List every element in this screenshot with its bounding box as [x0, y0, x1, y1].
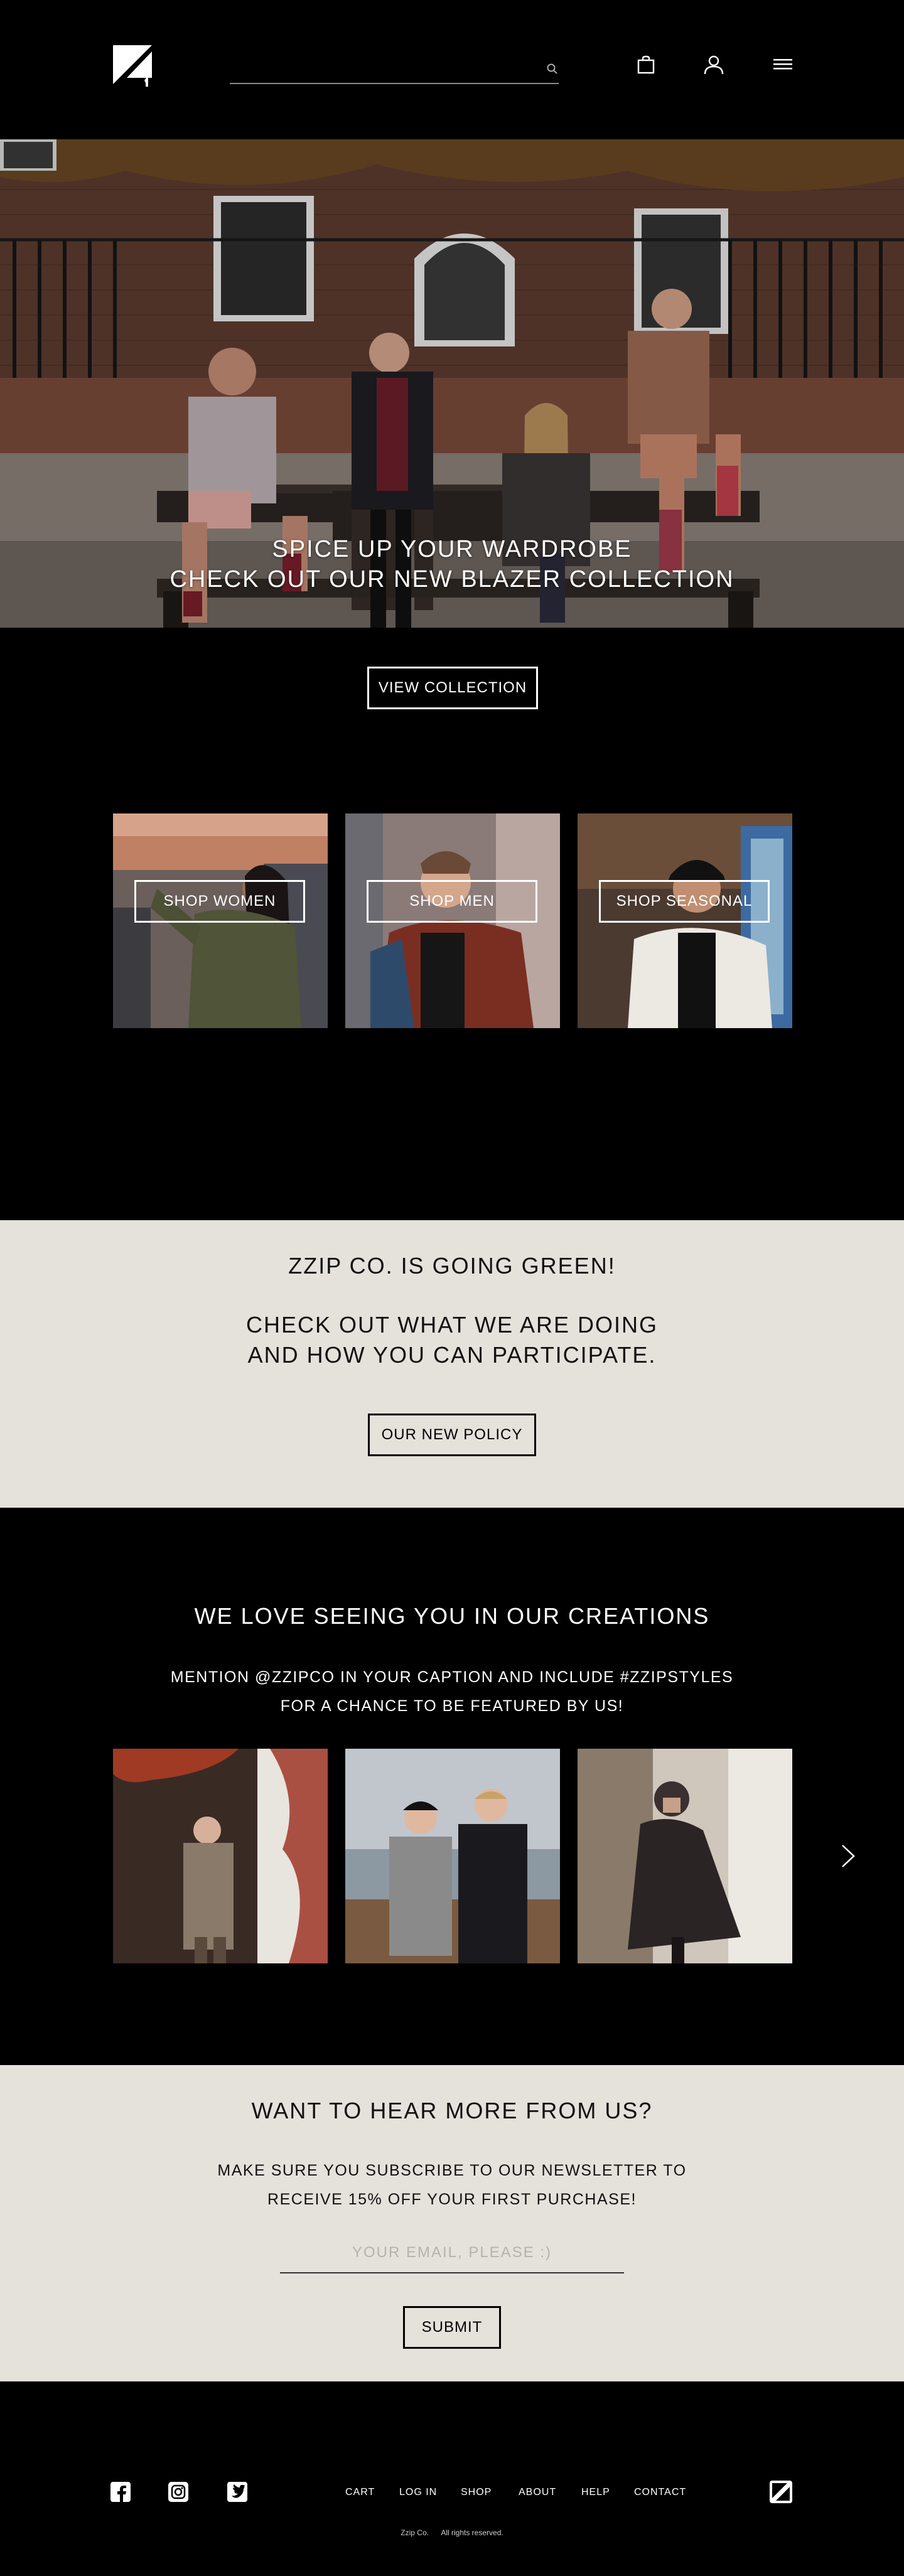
submit-button[interactable]: SUBMIT [403, 2306, 501, 2349]
shopping-bag-icon[interactable] [634, 53, 658, 77]
footer-link-help[interactable]: HELP [581, 2487, 610, 2498]
copyright-brand: Zzip Co. [401, 2528, 429, 2537]
brand-logo-icon[interactable] [113, 45, 156, 87]
footer-link-contact[interactable]: CONTACT [634, 2487, 686, 2498]
search-bar [230, 55, 559, 84]
hero-headline-1: SPICE UP YOUR WARDROBE [272, 536, 632, 562]
going-green-section: ZZIP CO. IS GOING GREEN! CHECK OUT WHAT … [0, 1220, 904, 1508]
site-header [0, 0, 904, 139]
search-input[interactable] [230, 55, 531, 83]
newsletter-title: WANT TO HEAR MORE FROM US? [251, 2098, 653, 2123]
creations-subtitle-1: MENTION @ZZIPCO IN YOUR CAPTION AND INCL… [170, 1668, 734, 1686]
newsletter-subtitle-2: RECEIVE 15% OFF YOUR FIRST PURCHASE! [267, 2191, 637, 2208]
customer-photo-1[interactable] [113, 1749, 328, 1963]
footer-logo-icon[interactable] [770, 2481, 792, 2503]
creations-section: WE LOVE SEEING YOU IN OUR CREATIONS MENT… [0, 1508, 904, 2065]
instagram-icon[interactable] [168, 2482, 188, 2502]
newsletter-section: WANT TO HEAR MORE FROM US? MAKE SURE YOU… [0, 2065, 904, 2381]
footer-link-login[interactable]: LOG IN [399, 2487, 437, 2498]
email-field-wrapper [280, 2235, 624, 2273]
site-footer: CART LOG IN SHOP ABOUT HELP CONTACT Zzip… [0, 2381, 904, 2576]
chevron-right-icon[interactable] [835, 1840, 860, 1872]
green-subtitle-1: CHECK OUT WHAT WE ARE DOING [245, 1312, 659, 1338]
shop-men-button[interactable]: SHOP MEN [367, 880, 537, 923]
customer-photo-3[interactable] [578, 1749, 792, 1963]
creations-subtitle-2: FOR A CHANCE TO BE FEATURED BY US! [280, 1697, 624, 1715]
footer-link-shop[interactable]: SHOP [461, 2487, 492, 2498]
twitter-icon[interactable] [227, 2482, 247, 2502]
creations-title: WE LOVE SEEING YOU IN OUR CREATIONS [194, 1603, 710, 1629]
green-title: ZZIP CO. IS GOING GREEN! [288, 1253, 616, 1279]
shop-seasonal-button[interactable]: SHOP SEASONAL [599, 880, 770, 923]
email-input[interactable] [280, 2235, 624, 2271]
collection-section: VIEW COLLECTION SHOP WOMEN SHOP MEN SHOP… [0, 628, 904, 1220]
search-icon[interactable] [546, 63, 559, 75]
facebook-icon[interactable] [110, 2482, 131, 2502]
footer-link-about[interactable]: ABOUT [519, 2487, 556, 2498]
copyright-rights: All rights reserved. [441, 2528, 503, 2537]
footer-link-cart[interactable]: CART [345, 2487, 375, 2498]
customer-photo-2[interactable] [345, 1749, 560, 1963]
copyright-line: Zzip Co. All rights reserved. [0, 2528, 904, 2537]
green-subtitle-2: AND HOW YOU CAN PARTICIPATE. [247, 1342, 657, 1368]
hero-banner: SPICE UP YOUR WARDROBE CHECK OUT OUR NEW… [0, 139, 904, 628]
menu-hamburger-icon[interactable] [771, 53, 795, 77]
newsletter-subtitle-1: MAKE SURE YOU SUBSCRIBE TO OUR NEWSLETTE… [217, 2162, 687, 2179]
hero-headline-2: CHECK OUT OUR NEW BLAZER COLLECTION [170, 566, 734, 593]
user-account-icon[interactable] [702, 53, 726, 77]
our-new-policy-button[interactable]: OUR NEW POLICY [368, 1414, 536, 1456]
shop-women-button[interactable]: SHOP WOMEN [134, 880, 305, 923]
view-collection-button[interactable]: VIEW COLLECTION [367, 667, 538, 709]
